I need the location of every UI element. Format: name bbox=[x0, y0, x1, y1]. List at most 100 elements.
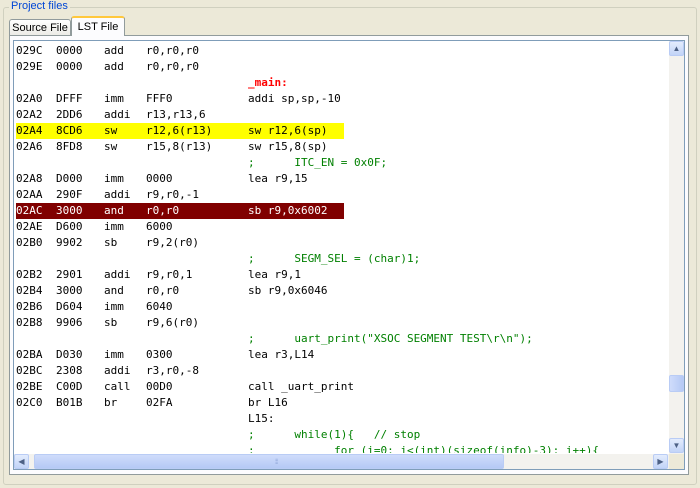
source-cell: sb r9,0x6002 bbox=[248, 204, 328, 217]
chevron-down-icon[interactable]: ▼ bbox=[669, 438, 684, 453]
chevron-right-icon[interactable]: ▶ bbox=[653, 454, 668, 469]
listing-line[interactable]: 02AA 290F addi r9,r0,-1 bbox=[16, 187, 668, 203]
address-cell: 02BE bbox=[16, 380, 43, 393]
opcode-hex-cell: 0000 bbox=[56, 60, 83, 73]
opcode-hex-cell: 8FD8 bbox=[56, 140, 83, 153]
horizontal-scrollbar[interactable]: ◀ ⦙⦙⦙⦙ ▶ bbox=[14, 454, 669, 469]
listing-line[interactable]: ; while(1){ // stop bbox=[16, 427, 668, 443]
listing-line[interactable]: 02BC 2308 addi r3,r0,-8 bbox=[16, 363, 668, 379]
address-cell: 02A6 bbox=[16, 140, 43, 153]
source-cell: ; for (i=0; i<(int)(sizeof(info)-3); i++… bbox=[248, 444, 599, 453]
source-cell: br L16 bbox=[248, 396, 288, 409]
address-cell: 02B0 bbox=[16, 236, 43, 249]
listing-line[interactable]: 02B6 D604 imm 6040 bbox=[16, 299, 668, 315]
mnemonic-cell: addi bbox=[104, 188, 131, 201]
listing-line[interactable]: ; SEGM_SEL = (char)1; bbox=[16, 251, 668, 267]
listing-line[interactable]: ; for (i=0; i<(int)(sizeof(info)-3); i++… bbox=[16, 443, 668, 453]
source-cell: addi sp,sp,-10 bbox=[248, 92, 341, 105]
mnemonic-cell: imm bbox=[104, 92, 124, 105]
listing-line[interactable]: 029E 0000 add r0,r0,r0 bbox=[16, 59, 668, 75]
opcode-hex-cell: 2901 bbox=[56, 268, 83, 281]
mnemonic-cell: imm bbox=[104, 172, 124, 185]
opcode-hex-cell: D600 bbox=[56, 220, 83, 233]
vertical-scrollbar[interactable]: ▲ ▼ bbox=[669, 41, 684, 454]
listing-line[interactable]: 02AE D600 imm 6000 bbox=[16, 219, 668, 235]
operands-cell: r0,r0,r0 bbox=[146, 60, 199, 73]
tab-source-file[interactable]: Source File bbox=[9, 19, 71, 35]
operands-cell: r0,r0 bbox=[146, 204, 180, 217]
listing-line[interactable]: ; ITC_EN = 0x0F; bbox=[16, 155, 668, 171]
mnemonic-cell: br bbox=[104, 396, 118, 409]
address-cell: 02AE bbox=[16, 220, 43, 233]
source-cell: L15: bbox=[248, 412, 275, 425]
chevron-left-icon[interactable]: ◀ bbox=[14, 454, 29, 469]
listing-line[interactable]: 02BA D030 imm 0300 lea r3,L14 bbox=[16, 347, 668, 363]
source-cell: sb r9,0x6046 bbox=[248, 284, 328, 297]
opcode-hex-cell: 8CD6 bbox=[56, 124, 83, 137]
listing-line[interactable]: 02A2 2DD6 addi r13,r13,6 bbox=[16, 107, 668, 123]
operands-cell: r13,r13,6 bbox=[146, 108, 206, 121]
mnemonic-cell: imm bbox=[104, 300, 124, 313]
address-cell: 02BA bbox=[16, 348, 43, 361]
address-cell: 02AA bbox=[16, 188, 43, 201]
operands-cell: 6000 bbox=[146, 220, 173, 233]
opcode-hex-cell: D000 bbox=[56, 172, 83, 185]
mnemonic-cell: and bbox=[104, 204, 124, 217]
listing-line[interactable]: 02AC 3000 and r0,r0 sb r9,0x6002 bbox=[16, 203, 668, 219]
lst-listing[interactable]: 029C 0000 add r0,r0,r0 029E 0000 add r0,r0,r0 _m… bbox=[13, 40, 685, 470]
source-cell: sw r15,8(sp) bbox=[248, 140, 328, 153]
listing-line[interactable]: L15: bbox=[16, 411, 668, 427]
chevron-up-icon[interactable]: ▲ bbox=[669, 41, 684, 56]
address-cell: 02B2 bbox=[16, 268, 43, 281]
vertical-scroll-thumb[interactable] bbox=[669, 375, 684, 392]
listing-line[interactable]: 02BE C00D call 00D0 call _uart_print bbox=[16, 379, 668, 395]
listing-line[interactable]: ; uart_print("XSOC SEGMENT TEST\r\n"); bbox=[16, 331, 668, 347]
address-cell: 02B4 bbox=[16, 284, 43, 297]
listing-line[interactable]: 02B0 9902 sb r9,2(r0) bbox=[16, 235, 668, 251]
listing-line[interactable]: 02A6 8FD8 sw r15,8(r13) sw r15,8(sp) bbox=[16, 139, 668, 155]
listing-line[interactable]: _main: bbox=[16, 75, 668, 91]
opcode-hex-cell: 0000 bbox=[56, 44, 83, 57]
mnemonic-cell: sb bbox=[104, 236, 118, 249]
listing-line[interactable]: 02A0 DFFF imm FFF0 addi sp,sp,-10 bbox=[16, 91, 668, 107]
mnemonic-cell: and bbox=[104, 284, 124, 297]
address-cell: 02A2 bbox=[16, 108, 43, 121]
address-cell: 029C bbox=[16, 44, 43, 57]
address-cell: 029E bbox=[16, 60, 43, 73]
operands-cell: r0,r0,r0 bbox=[146, 44, 199, 57]
address-cell: 02A8 bbox=[16, 172, 43, 185]
group-title: Project files bbox=[9, 0, 70, 13]
source-cell: ; SEGM_SEL = (char)1; bbox=[248, 252, 421, 265]
source-cell: _main: bbox=[248, 76, 288, 89]
listing-line[interactable]: 02A8 D000 imm 0000 lea r9,15 bbox=[16, 171, 668, 187]
opcode-hex-cell: B01B bbox=[56, 396, 83, 409]
horizontal-scroll-thumb[interactable]: ⦙⦙⦙⦙ bbox=[34, 454, 504, 469]
mnemonic-cell: sw bbox=[104, 124, 118, 137]
source-cell: lea r9,1 bbox=[248, 268, 301, 281]
listing-line[interactable]: 02B4 3000 and r0,r0 sb r9,0x6046 bbox=[16, 283, 668, 299]
tab-lst-file[interactable]: LST File bbox=[71, 16, 125, 36]
listing-line[interactable]: 02C0 B01B br 02FA br L16 bbox=[16, 395, 668, 411]
operands-cell: FFF0 bbox=[146, 92, 173, 105]
operands-cell: r12,6(r13) bbox=[146, 124, 213, 137]
mnemonic-cell: call bbox=[104, 380, 131, 393]
operands-cell: r3,r0,-8 bbox=[146, 364, 199, 377]
opcode-hex-cell: D030 bbox=[56, 348, 83, 361]
listing-line[interactable]: 02B2 2901 addi r9,r0,1 lea r9,1 bbox=[16, 267, 668, 283]
listing-line[interactable]: 029C 0000 add r0,r0,r0 bbox=[16, 43, 668, 59]
opcode-hex-cell: 3000 bbox=[56, 284, 83, 297]
mnemonic-cell: sb bbox=[104, 316, 118, 329]
operands-cell: 0000 bbox=[146, 172, 173, 185]
operands-cell: r9,2(r0) bbox=[146, 236, 199, 249]
mnemonic-cell: sw bbox=[104, 140, 118, 153]
opcode-hex-cell: 2DD6 bbox=[56, 108, 83, 121]
address-cell: 02AC bbox=[16, 204, 43, 217]
opcode-hex-cell: 9906 bbox=[56, 316, 83, 329]
operands-cell: r9,r0,1 bbox=[146, 268, 193, 281]
operands-cell: 02FA bbox=[146, 396, 173, 409]
address-cell: 02A0 bbox=[16, 92, 43, 105]
opcode-hex-cell: 2308 bbox=[56, 364, 83, 377]
listing-line[interactable]: 02A4 8CD6 sw r12,6(r13) sw r12,6(sp) bbox=[16, 123, 668, 139]
mnemonic-cell: imm bbox=[104, 220, 124, 233]
listing-line[interactable]: 02B8 9906 sb r9,6(r0) bbox=[16, 315, 668, 331]
